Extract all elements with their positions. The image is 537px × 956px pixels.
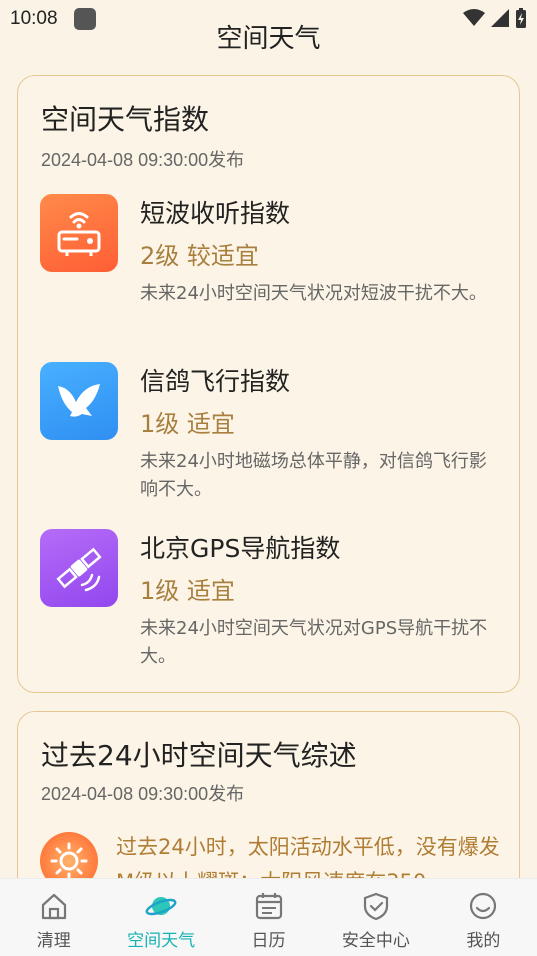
index-desc: 未来24小时空间天气状况对GPS导航干扰不大。: [140, 618, 488, 667]
bottom-tab-bar: 清理 空间天气 日历 安全中心 我的: [0, 878, 537, 956]
index-level: 1级 适宜: [140, 410, 235, 438]
index-name: 短波收听指数: [140, 199, 291, 228]
tab-calendar[interactable]: 日历: [215, 879, 322, 956]
index-item-pigeon[interactable]: 信鸽飞行指数 1级 适宜 未来24小时地磁场总体平静，对信鸽飞行影响不大。: [40, 362, 500, 512]
shield-icon: [360, 890, 392, 922]
tab-mine[interactable]: 我的: [430, 879, 537, 956]
dove-icon: [40, 362, 118, 440]
tab-label: 我的: [466, 931, 501, 951]
index-level: 1级 适宜: [140, 577, 235, 605]
tab-security-center[interactable]: 安全中心: [322, 879, 429, 956]
card-title: 空间天气指数: [41, 103, 210, 136]
index-item-gps[interactable]: 北京GPS导航指数 1级 适宜 未来24小时空间天气状况对GPS导航干扰不大。: [40, 529, 500, 679]
radio-icon: [40, 194, 118, 272]
space-weather-index-card: 空间天气指数 2024-04-08 09:30:00发布 短波收听指数 2级 较…: [17, 75, 520, 693]
publish-date: 2024-04-08 09:30:00发布: [41, 150, 245, 170]
tab-label: 清理: [36, 931, 71, 951]
card-title: 过去24小时空间天气综述: [41, 739, 357, 772]
index-level: 2级 较适宜: [140, 242, 259, 270]
satellite-icon: [40, 529, 118, 607]
calendar-icon: [253, 890, 285, 922]
tab-label: 日历: [251, 931, 286, 951]
index-name: 信鸽飞行指数: [140, 367, 291, 396]
index-desc: 未来24小时空间天气状况对短波干扰不大。: [140, 283, 487, 304]
planet-icon: [145, 890, 177, 922]
index-item-shortwave[interactable]: 短波收听指数 2级 较适宜 未来24小时空间天气状况对短波干扰不大。: [40, 194, 500, 344]
tab-space-weather[interactable]: 空间天气: [107, 879, 214, 956]
page-title: 空间天气: [216, 24, 321, 54]
tab-label: 安全中心: [341, 931, 410, 951]
tab-clean[interactable]: 清理: [0, 879, 107, 956]
smile-icon: [467, 890, 499, 922]
tab-label: 空间天气: [127, 931, 196, 951]
publish-date: 2024-04-08 09:30:00发布: [41, 784, 245, 804]
index-name: 北京GPS导航指数: [140, 534, 341, 563]
home-icon: [38, 890, 70, 922]
index-desc: 未来24小时地磁场总体平静，对信鸽飞行影响不大。: [140, 451, 487, 500]
